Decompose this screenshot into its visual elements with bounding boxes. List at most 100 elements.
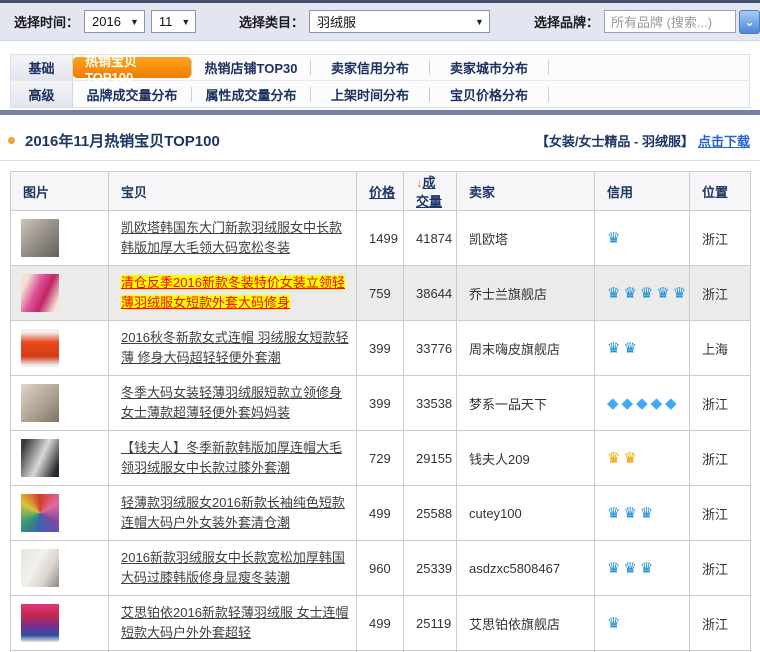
tab-brand-volume-distribution[interactable]: 品牌成交量分布 [78, 85, 185, 104]
header-rule [0, 160, 760, 161]
table-row: 凯欧塔韩国东大门新款羽绒服女中长款韩版加厚大毛领大码宽松冬装 1499 4187… [11, 211, 751, 266]
header-item: 宝贝 [109, 172, 357, 211]
category-select[interactable]: 羽绒服 ▼ [309, 10, 490, 33]
location-cell: 浙江 [690, 266, 751, 321]
advanced-tab-row: 高级 品牌成交量分布 属性成交量分布 上架时间分布 宝贝价格分布 [11, 81, 749, 107]
month-select-value: 11 [159, 14, 173, 29]
volume-cell: 29155 [404, 431, 457, 486]
brand-filter-label: 选择品牌： [534, 12, 599, 31]
tab-listing-time-distribution[interactable]: 上架时间分布 [323, 85, 417, 104]
month-select[interactable]: 11 ▼ [151, 10, 196, 33]
product-title-link[interactable]: 【钱夫人】冬季新款韩版加厚连帽大毛领羽绒服女中长款过膝外套潮 [121, 440, 342, 475]
seller-cell: 周末嗨皮旗舰店 [457, 321, 595, 376]
orange-ring-bullet-icon [8, 137, 15, 144]
volume-cell: 33776 [404, 321, 457, 376]
header-image: 图片 [11, 172, 109, 211]
chevron-down-icon: ▼ [130, 17, 139, 27]
product-thumbnail[interactable] [21, 549, 59, 587]
product-thumbnail[interactable] [21, 329, 59, 367]
page-title: 2016年11月热销宝贝TOP100 [25, 130, 220, 151]
location-cell: 浙江 [690, 486, 751, 541]
top100-table: 图片 宝贝 价格 ↓成交量 卖家 信用 位置 凯欧塔韩国东大门新款羽绒服女中长款… [10, 171, 751, 652]
price-cell: 399 [357, 321, 404, 376]
category-select-value: 羽绒服 [317, 12, 356, 31]
table-row: 清仓反季2016新款冬装特价女装立领轻薄羽绒服女短款外套大码修身 759 386… [11, 266, 751, 321]
chevron-down-icon: ▼ [181, 17, 190, 27]
volume-cell: 25588 [404, 486, 457, 541]
category-filter-label: 选择类目： [239, 12, 304, 31]
product-thumbnail[interactable] [21, 494, 59, 532]
brand-dropdown-button[interactable]: ⌄ [739, 10, 760, 34]
location-cell: 浙江 [690, 211, 751, 266]
credit-crown-icons: ♛♛ [607, 340, 640, 357]
price-cell: 399 [357, 376, 404, 431]
tab-attribute-volume-distribution[interactable]: 属性成交量分布 [197, 85, 304, 104]
seller-cell: cutey100 [457, 486, 595, 541]
credit-gold-crown-icons: ♛♛ [607, 450, 640, 467]
product-title-link[interactable]: 2016秋冬新款女式连帽 羽绒服女短款轻薄 修身大码超轻轻便外套潮 [121, 330, 349, 365]
brand-search-input[interactable]: 所有品牌 (搜索...) [604, 10, 736, 33]
product-title-link[interactable]: 轻薄款羽绒服女2016新款长袖纯色短款连帽大码户外女装外套清仓潮 [121, 495, 345, 530]
category-breadcrumb: 【女装/女士精品 - 羽绒服】 [536, 131, 694, 150]
volume-cell: 33538 [404, 376, 457, 431]
seller-cell: 钱夫人209 [457, 431, 595, 486]
product-thumbnail[interactable] [21, 274, 59, 312]
product-thumbnail[interactable] [21, 384, 59, 422]
header-location: 位置 [690, 172, 751, 211]
table-row: 【钱夫人】冬季新款韩版加厚连帽大毛领羽绒服女中长款过膝外套潮 729 29155… [11, 431, 751, 486]
header-volume: ↓成交量 [404, 172, 457, 211]
tab-hot-shops-top30[interactable]: 热销店铺TOP30 [197, 58, 306, 77]
volume-cell: 41874 [404, 211, 457, 266]
seller-cell: 乔士兰旗舰店 [457, 266, 595, 321]
price-cell: 759 [357, 266, 404, 321]
credit-diamond-icons: ◆◆◆◆◆ [607, 395, 680, 412]
product-title-link[interactable]: 凯欧塔韩国东大门新款羽绒服女中长款韩版加厚大毛领大码宽松冬装 [121, 220, 342, 255]
chevron-down-icon: ⌄ [744, 15, 754, 29]
table-row: 艾思铂依2016新款轻薄羽绒服 女士连帽短款大码户外外套超轻 499 25119… [11, 596, 751, 651]
table-header-row: 图片 宝贝 价格 ↓成交量 卖家 信用 位置 [11, 172, 751, 211]
product-title-link[interactable]: 艾思铂依2016新款轻薄羽绒服 女士连帽短款大码户外外套超轻 [121, 605, 349, 640]
basic-tab-row: 基础 热销宝贝TOP100 热销店铺TOP30 卖家信用分布 卖家城市分布 [11, 55, 749, 81]
section-header: 2016年11月热销宝贝TOP100 【女装/女士精品 - 羽绒服】 点击下载 [8, 130, 750, 151]
tab-seller-credit-distribution[interactable]: 卖家信用分布 [323, 58, 417, 77]
price-cell: 960 [357, 541, 404, 596]
header-price: 价格 [357, 172, 404, 211]
chevron-down-icon: ▼ [475, 17, 484, 27]
credit-crown-icons: ♛ [607, 615, 623, 632]
header-seller: 卖家 [457, 172, 595, 211]
volume-cell: 25339 [404, 541, 457, 596]
basic-tabs-label: 基础 [11, 55, 73, 80]
header-credit: 信用 [595, 172, 690, 211]
credit-crown-icons: ♛♛♛ [607, 505, 656, 522]
seller-cell: asdzxc5808467 [457, 541, 595, 596]
product-title-link[interactable]: 冬季大码女装轻薄羽绒服短款立领修身女士薄款超薄轻便外套妈妈装 [121, 385, 342, 420]
table-row: 冬季大码女装轻薄羽绒服短款立领修身女士薄款超薄轻便外套妈妈装 399 33538… [11, 376, 751, 431]
tab-seller-city-distribution[interactable]: 卖家城市分布 [442, 58, 536, 77]
credit-crown-icons: ♛ [607, 230, 623, 247]
tab-hot-items-top100[interactable]: 热销宝贝TOP100 [73, 57, 191, 78]
product-title-link[interactable]: 清仓反季2016新款冬装特价女装立领轻薄羽绒服女短款外套大码修身 [121, 275, 345, 310]
tab-separator [548, 87, 549, 102]
credit-crown-icons: ♛♛♛♛♛ [607, 285, 689, 302]
credit-crown-icons: ♛♛♛ [607, 560, 656, 577]
seller-cell: 艾思铂依旗舰店 [457, 596, 595, 651]
price-sort-link[interactable]: 价格 [369, 185, 395, 200]
seller-cell: 梦系一品天下 [457, 376, 595, 431]
tab-navigation: 基础 热销宝贝TOP100 热销店铺TOP30 卖家信用分布 卖家城市分布 高级… [10, 54, 750, 108]
product-thumbnail[interactable] [21, 219, 59, 257]
year-select-value: 2016 [92, 14, 121, 29]
table-row: 2016新款羽绒服女中长款宽松加厚韩国大码过膝韩版修身显瘦冬装潮 960 253… [11, 541, 751, 596]
product-title-link[interactable]: 2016新款羽绒服女中长款宽松加厚韩国大码过膝韩版修身显瘦冬装潮 [121, 550, 345, 585]
location-cell: 浙江 [690, 376, 751, 431]
tab-separator [548, 60, 549, 75]
price-cell: 1499 [357, 211, 404, 266]
time-filter-label: 选择时间： [14, 12, 79, 31]
download-link[interactable]: 点击下载 [698, 131, 750, 150]
location-cell: 浙江 [690, 596, 751, 651]
section-divider-bar [0, 110, 760, 115]
tab-item-price-distribution[interactable]: 宝贝价格分布 [442, 85, 536, 104]
year-select[interactable]: 2016 ▼ [84, 10, 145, 33]
price-cell: 729 [357, 431, 404, 486]
product-thumbnail[interactable] [21, 439, 59, 477]
product-thumbnail[interactable] [21, 604, 59, 642]
